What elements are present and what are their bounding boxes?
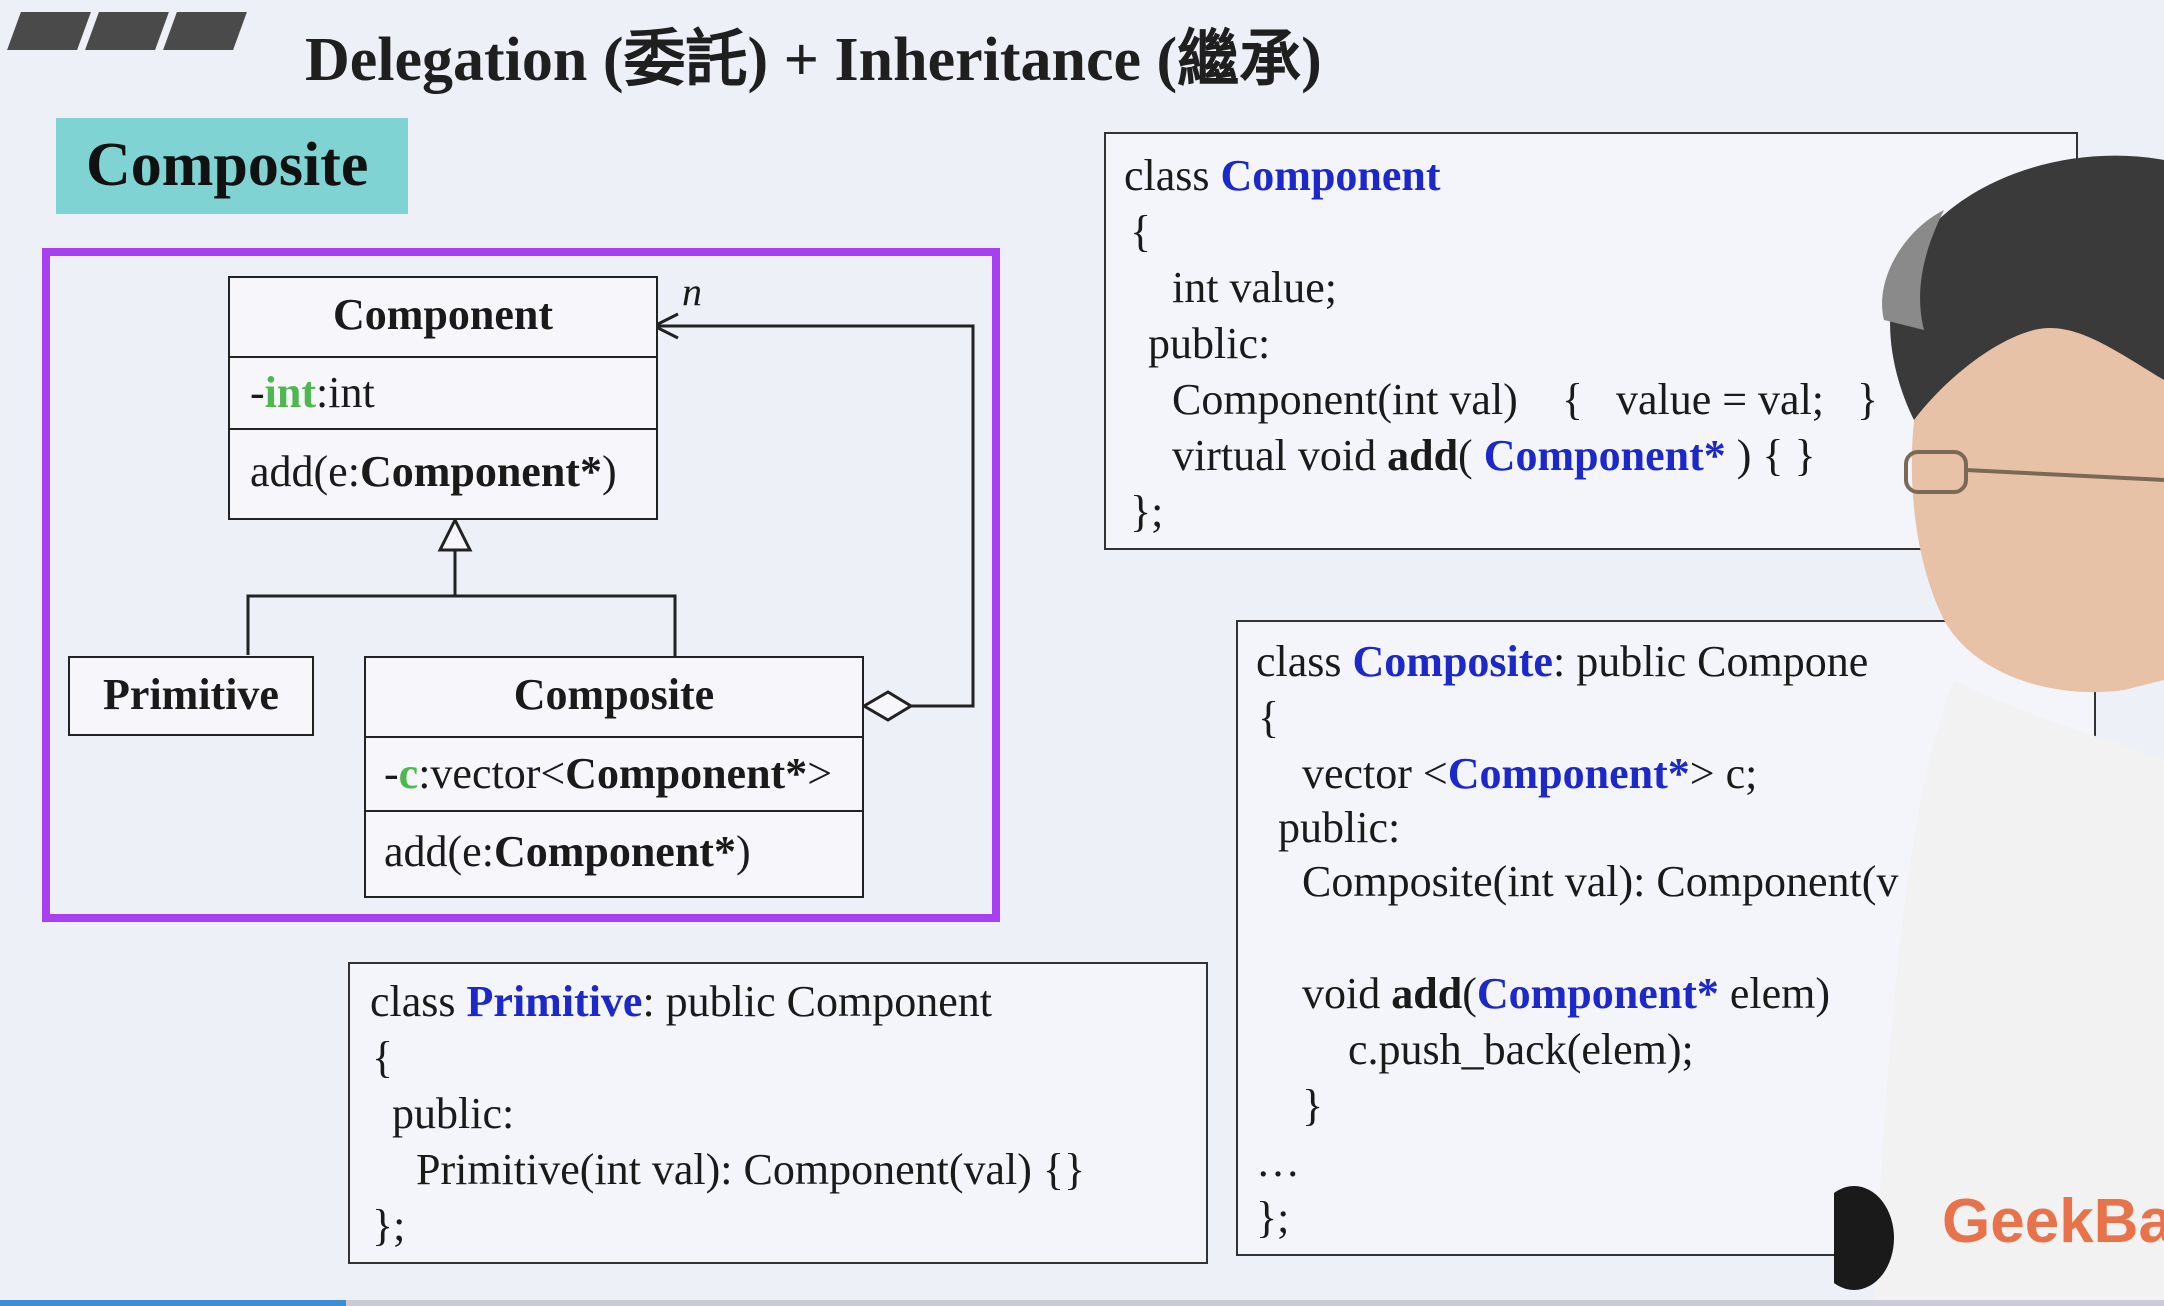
uml-composite-attribute: -c:vector<Component*> <box>366 738 862 812</box>
code-method: add <box>1391 969 1463 1018</box>
attr-prefix: - <box>384 749 399 798</box>
code-class-name: Primitive <box>466 977 643 1026</box>
op-prefix: add(e: <box>384 827 494 876</box>
code-line: Primitive(int val): Component(val) {} <box>416 1145 1086 1194</box>
code-line: { <box>372 1033 394 1082</box>
video-progress-bar[interactable] <box>0 1300 2164 1306</box>
code-method: add <box>1387 431 1459 480</box>
code-line: { <box>1258 693 1280 742</box>
code-text: ( <box>1458 431 1484 480</box>
code-text: : public Component <box>642 977 992 1026</box>
uml-class-primitive: Primitive <box>68 656 314 736</box>
code-line: c.push_back(elem); <box>1348 1025 1694 1074</box>
code-line: … <box>1256 1137 1300 1186</box>
code-line: public: <box>392 1089 515 1138</box>
code-class-name: Composite <box>1352 637 1553 686</box>
attr-type: Component* <box>565 749 808 798</box>
code-text: vector < <box>1302 749 1448 798</box>
attr-suffix: > <box>807 749 833 798</box>
attr-type: :int <box>316 368 375 417</box>
code-keyword: class <box>1256 637 1353 686</box>
code-line: } <box>1302 1081 1324 1130</box>
code-line: public: <box>1278 803 1401 852</box>
op-type: Component* <box>359 447 602 496</box>
uml-class-composite: Composite -c:vector<Component*> add(e:Co… <box>364 656 864 898</box>
code-line: class Composite: public Compone <box>1256 636 1868 687</box>
code-line: }; <box>1256 1193 1290 1242</box>
code-type: Component* <box>1447 749 1690 798</box>
code-text: elem) <box>1718 969 1831 1018</box>
op-suffix: ) <box>735 827 751 876</box>
aggregation-diamond <box>861 690 914 722</box>
uml-component-name: Component <box>230 278 656 358</box>
code-keyword: class <box>370 977 467 1026</box>
code-text: ) { } <box>1725 431 1816 480</box>
code-box-primitive: class Primitive: public Component { publ… <box>348 962 1208 1264</box>
uml-component-operation: add(e:Component*) <box>230 430 656 518</box>
code-line: Composite(int val): Component(v <box>1302 857 1899 906</box>
code-line: virtual void add( Component* ) { } <box>1172 430 1816 481</box>
op-suffix: ) <box>601 447 617 496</box>
multiplicity-label: n <box>682 269 702 314</box>
code-text: > c; <box>1689 749 1758 798</box>
op-prefix: add(e: <box>250 447 360 496</box>
attr-name: int <box>264 368 317 417</box>
inheritance-line <box>246 594 677 658</box>
attr-prefix: - <box>250 368 265 417</box>
code-line: }; <box>372 1201 406 1250</box>
uml-primitive-name: Primitive <box>103 670 279 719</box>
op-type: Component* <box>493 827 736 876</box>
geekbang-logo: GeekBa <box>1942 1187 2164 1256</box>
uml-composite-name: Composite <box>366 658 862 738</box>
code-line: vector <Component*> c; <box>1302 748 1757 799</box>
aggregation-line <box>658 324 975 708</box>
inheritance-triangle <box>437 516 473 552</box>
presenter-image <box>1834 155 2164 1306</box>
code-line: class Component <box>1124 150 1441 201</box>
video-progress-fill <box>0 1300 347 1306</box>
code-line: }; <box>1130 487 1164 536</box>
code-keyword: class <box>1124 151 1221 200</box>
attr-name: c <box>398 749 419 798</box>
code-type: Component* <box>1483 431 1726 480</box>
code-class-name: Component <box>1220 151 1441 200</box>
code-line: Component(int val) { value = val; } <box>1172 375 1879 424</box>
attr-mid: :vector< <box>418 749 566 798</box>
uml-class-component: Component -int:int add(e:Component*) <box>228 276 658 520</box>
code-line: int value; <box>1172 263 1337 312</box>
code-line: public: <box>1148 319 1271 368</box>
uml-composite-operation: add(e:Component*) <box>366 812 862 896</box>
code-text: : public Compone <box>1552 637 1869 686</box>
code-text: virtual void <box>1172 431 1388 480</box>
code-line: void add(Component* elem) <box>1302 968 1830 1019</box>
code-text: ( <box>1462 969 1477 1018</box>
code-type: Component* <box>1476 969 1719 1018</box>
code-line: class Primitive: public Component <box>370 976 992 1027</box>
code-line: { <box>1130 207 1152 256</box>
code-text: void <box>1302 969 1392 1018</box>
uml-component-attribute: -int:int <box>230 358 656 430</box>
